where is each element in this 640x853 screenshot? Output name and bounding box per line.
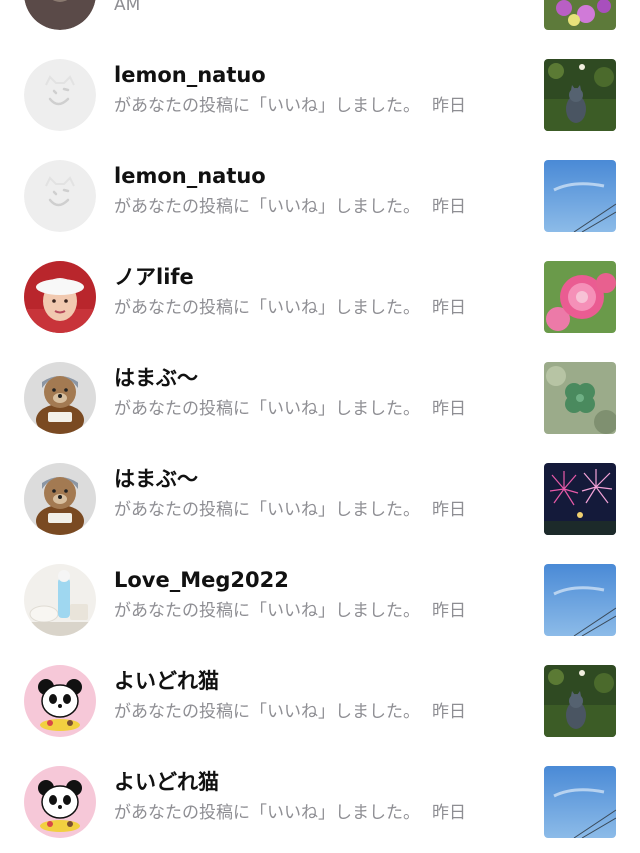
teddy-bear-avatar[interactable] [24,362,96,434]
notification-message: があなたの投稿に「いいね」しました。 昨日 [114,601,466,621]
notification-message: があなたの投稿に「いいね」しました。 昨日 [114,702,466,722]
post-thumbnail[interactable] [544,160,616,232]
post-thumbnail[interactable] [544,261,616,333]
notification-message: があなたの投稿に「いいね」しました。 昨日 [114,96,466,116]
avatar[interactable] [24,0,96,30]
panda-avatar[interactable] [24,665,96,737]
post-thumbnail[interactable] [544,665,616,737]
username[interactable]: lemon_natuo [114,166,266,187]
username[interactable]: よいどれ猫 [114,772,219,793]
post-thumbnail[interactable] [544,362,616,434]
notification-time: 昨日 [432,96,466,116]
post-thumbnail[interactable] [544,766,616,838]
parfait-avatar[interactable] [24,564,96,636]
woman-avatar[interactable] [24,261,96,333]
username[interactable]: はまぶ〜 [114,469,198,490]
default-avatar-icon[interactable] [24,59,96,131]
notification-time: 昨日 [432,601,466,621]
notification-time: 昨日 [432,298,466,318]
notification-feed: AM lemon_natuo があなたの投稿に「いいね」しました。 昨日 lemo… [0,0,640,853]
notification-row[interactable]: lemon_natuo があなたの投稿に「いいね」しました。 昨日 [0,44,640,145]
post-thumbnail[interactable] [544,463,616,535]
post-thumbnail[interactable] [544,0,616,30]
username[interactable]: Love_Meg2022 [114,570,289,591]
post-thumbnail[interactable] [544,564,616,636]
username[interactable]: lemon_natuo [114,65,266,86]
default-avatar-icon[interactable] [24,160,96,232]
notification-time: 昨日 [432,500,466,520]
notification-message: があなたの投稿に「いいね」しました。 昨日 [114,197,466,217]
username[interactable]: よいどれ猫 [114,671,219,692]
notification-row[interactable]: ノアlife があなたの投稿に「いいね」しました。 昨日 [0,246,640,347]
notification-time: 昨日 [432,702,466,722]
notification-row[interactable]: はまぶ〜 があなたの投稿に「いいね」しました。 昨日 [0,448,640,549]
notification-row[interactable]: はまぶ〜 があなたの投稿に「いいね」しました。 昨日 [0,347,640,448]
panda-avatar[interactable] [24,766,96,838]
notification-time: 昨日 [432,197,466,217]
notification-row[interactable]: Love_Meg2022 があなたの投稿に「いいね」しました。 昨日 [0,549,640,650]
notification-message: があなたの投稿に「いいね」しました。 昨日 [114,298,466,318]
notification-message: があなたの投稿に「いいね」しました。 昨日 [114,500,466,520]
notification-row[interactable]: AM [0,0,640,44]
notification-row[interactable]: よいどれ猫 があなたの投稿に「いいね」しました。 昨日 [0,751,640,852]
notification-time: 昨日 [432,399,466,419]
notification-message: があなたの投稿に「いいね」しました。 昨日 [114,803,466,823]
notification-row[interactable]: よいどれ猫 があなたの投稿に「いいね」しました。 昨日 [0,650,640,751]
notification-time: 昨日 [432,803,466,823]
notification-row[interactable]: lemon_natuo があなたの投稿に「いいね」しました。 昨日 [0,145,640,246]
notification-time: AM [114,0,141,15]
post-thumbnail[interactable] [544,59,616,131]
notification-message: があなたの投稿に「いいね」しました。 昨日 [114,399,466,419]
teddy-bear-avatar[interactable] [24,463,96,535]
username[interactable]: はまぶ〜 [114,368,198,389]
username[interactable]: ノアlife [114,267,194,288]
